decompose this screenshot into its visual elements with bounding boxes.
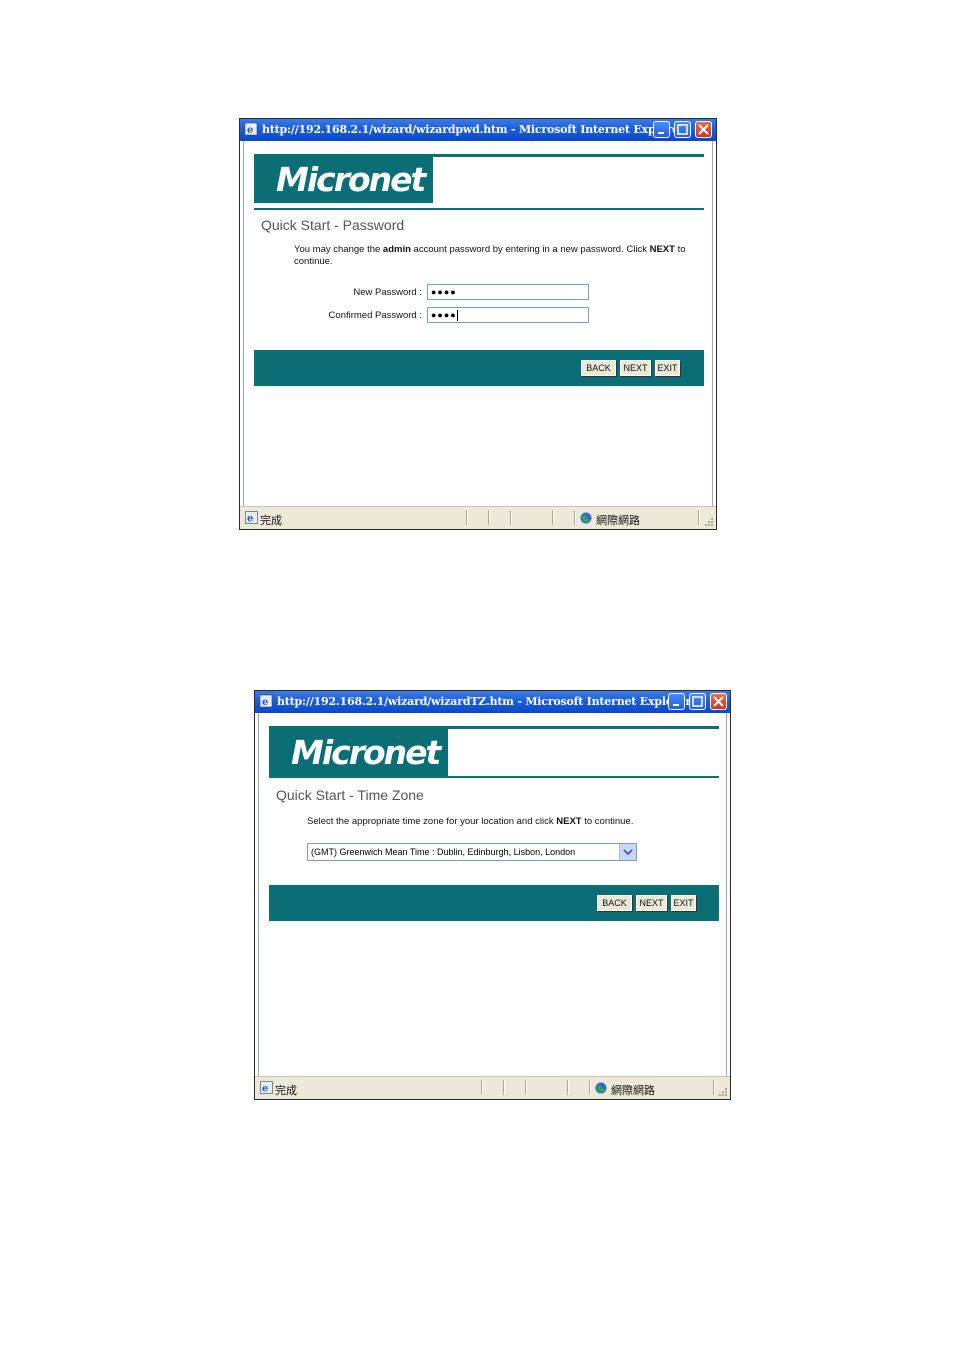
page-content: Micronet Quick Start - Time Zone Select … — [258, 713, 727, 1077]
status-text: 完成 — [260, 514, 282, 527]
status-separator — [488, 510, 490, 525]
back-button[interactable]: BACK — [597, 895, 632, 911]
page-content: Micronet Quick Start - Password You may … — [243, 141, 713, 507]
security-zone: 網際網路 — [596, 514, 640, 527]
timezone-select[interactable]: (GMT) Greenwich Mean Time : Dublin, Edin… — [307, 843, 637, 861]
status-separator — [713, 1080, 715, 1095]
back-button[interactable]: BACK — [581, 360, 616, 376]
page-title: Quick Start - Time Zone — [276, 787, 424, 803]
text-caret — [456, 310, 458, 322]
status-separator — [567, 1080, 569, 1095]
status-separator — [510, 510, 512, 525]
minimize-button[interactable] — [653, 121, 670, 138]
new-password-field[interactable]: ●●●● — [427, 284, 589, 300]
chevron-down-icon — [623, 849, 633, 856]
instructions-text: Select the appropriate time zone for you… — [307, 816, 634, 827]
close-icon — [698, 124, 709, 135]
confirmed-password-field[interactable]: ●●●● — [427, 307, 589, 323]
maximize-button[interactable] — [689, 693, 706, 710]
status-separator — [525, 1080, 527, 1095]
ie-icon: e — [244, 122, 258, 136]
exit-button[interactable]: EXIT — [655, 360, 680, 376]
page-title: Quick Start - Password — [261, 217, 405, 233]
button-bar: BACK NEXT EXIT — [269, 885, 719, 921]
title-bar[interactable]: e http://192.168.2.1/wizard/wizardpwd.ht… — [240, 119, 716, 141]
status-bar: e 完成 網際網路 — [255, 1076, 730, 1099]
button-bar: BACK NEXT EXIT — [254, 350, 704, 386]
browser-window-password: e http://192.168.2.1/wizard/wizardpwd.ht… — [239, 118, 717, 530]
maximize-icon — [692, 696, 703, 707]
next-button[interactable]: NEXT — [620, 360, 651, 376]
status-separator — [552, 510, 554, 525]
maximize-button[interactable] — [674, 121, 691, 138]
status-separator — [698, 510, 700, 525]
ie-icon: e — [259, 694, 273, 708]
header-bottom-line — [254, 208, 704, 210]
status-bar: e 完成 網際網路 — [240, 506, 716, 529]
status-text: 完成 — [275, 1084, 297, 1097]
globe-icon — [595, 1082, 607, 1094]
svg-text:e: e — [247, 514, 253, 525]
logo-banner: Micronet — [269, 726, 448, 777]
new-password-value: ●●●● — [431, 287, 457, 297]
status-separator — [589, 1080, 591, 1095]
minimize-button[interactable] — [668, 693, 685, 710]
confirmed-password-value: ●●●● — [431, 310, 457, 320]
logo-banner: Micronet — [254, 154, 433, 203]
globe-icon — [580, 512, 592, 524]
status-separator — [574, 510, 576, 525]
svg-text:e: e — [262, 1084, 268, 1095]
svg-text:e: e — [247, 125, 253, 136]
close-button[interactable] — [710, 693, 727, 710]
window-title: http://192.168.2.1/wizard/wizardpwd.htm … — [262, 123, 685, 136]
minimize-icon — [658, 132, 664, 134]
page-done-icon: e — [260, 1081, 273, 1094]
maximize-icon — [677, 124, 688, 135]
header-bottom-line — [269, 776, 719, 778]
new-password-label: New Password : — [353, 287, 422, 298]
title-bar[interactable]: e http://192.168.2.1/wizard/wizardTZ.htm… — [255, 691, 730, 713]
window-title: http://192.168.2.1/wizard/wizardTZ.htm -… — [277, 695, 691, 708]
micronet-logo: Micronet — [276, 160, 426, 199]
micronet-logo: Micronet — [291, 733, 441, 772]
exit-button[interactable]: EXIT — [671, 895, 696, 911]
close-icon — [713, 696, 724, 707]
close-button[interactable] — [695, 121, 712, 138]
status-separator — [481, 1080, 483, 1095]
resize-grip-icon[interactable] — [718, 1087, 728, 1097]
next-button[interactable]: NEXT — [636, 895, 667, 911]
page-done-icon: e — [245, 511, 258, 524]
status-separator — [466, 510, 468, 525]
confirmed-password-label: Confirmed Password : — [328, 310, 422, 321]
security-zone: 網際網路 — [611, 1084, 655, 1097]
instructions-text: You may change the admin account passwor… — [294, 244, 686, 267]
minimize-icon — [673, 704, 679, 706]
svg-text:e: e — [262, 697, 268, 708]
status-separator — [503, 1080, 505, 1095]
resize-grip-icon[interactable] — [704, 517, 714, 527]
browser-window-timezone: e http://192.168.2.1/wizard/wizardTZ.htm… — [254, 690, 731, 1100]
timezone-selected-value: (GMT) Greenwich Mean Time : Dublin, Edin… — [311, 847, 576, 857]
dropdown-button[interactable] — [619, 844, 636, 860]
